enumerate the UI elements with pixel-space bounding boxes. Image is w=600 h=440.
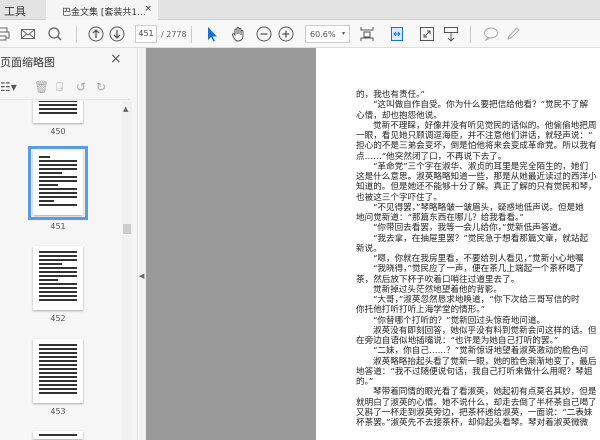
zoom-in-icon[interactable]	[278, 26, 294, 42]
next-page-icon[interactable]	[109, 26, 125, 42]
scroll-up-icon[interactable]: ▲	[123, 105, 128, 113]
text-line: 你托他打听打听上海学堂的情形。”	[356, 305, 486, 316]
text-line: 觉新掉过头茫然地望着他的背影。	[373, 284, 502, 295]
text-line: “嗯，你就在我房里看，不要给别人看见，”觉新小心地嘱	[373, 254, 584, 264]
full-screen-icon[interactable]	[419, 26, 435, 42]
text-line: 就明白了淑英的心情。她不说什么，却走去倒了半杯茶自己喝了	[356, 397, 597, 408]
thumbnail-label: 450	[50, 127, 66, 136]
text-line: “我去拿，在抽屉里罢？”觉民急于想看那篇文章，就站起	[373, 233, 589, 244]
tab-bar: 工具 巴金文集 [套装共1... ×	[0, 0, 600, 21]
close-panel-icon[interactable]: ×	[110, 51, 122, 67]
text-line: “你带回去看罢，我等一会儿给你，”觉新低声答道。	[373, 223, 567, 234]
thumbnail-label: 452	[50, 314, 66, 323]
chevron-down-icon: ▾	[341, 30, 345, 37]
thumbnail-page-452[interactable]	[33, 246, 83, 310]
thumbnail-label: 451	[50, 222, 66, 231]
collapse-arrow-icon: ◀	[139, 272, 145, 280]
text-line: 觉新不理睬，好像并没有听见觉民的话似的。他偷偷地把周	[373, 120, 597, 131]
zoom-level-select[interactable]: 60.6% ▾	[305, 25, 350, 43]
thumbnail-scrollbar[interactable]: ▲	[122, 101, 132, 440]
document-background	[146, 48, 316, 440]
insert-page-icon[interactable]: ⍈	[56, 80, 63, 95]
text-line: “大哥，”淑英忽然恳求地唤道，“你下次给三哥写信的时	[373, 295, 580, 305]
page-total: / 2778	[161, 30, 187, 39]
panel-title: 页面缩略图	[0, 56, 55, 69]
text-line: “我晓得，”觉民应了一声，便在茶几上端起一个茶杯喝了	[373, 264, 584, 275]
tab-document[interactable]: 巴金文集 [套装共1... ×	[46, 0, 158, 21]
text-line: 这是什么意思。淑英略略知道一些，那是从她最近读过的西洋小	[356, 172, 597, 182]
comment-icon[interactable]	[483, 26, 499, 42]
divider	[470, 26, 471, 43]
document-page: 的，我也有责任。” “这叫做自作自受。你为什么要把信给他看？”觉民不了解 心情，却也…	[316, 48, 600, 440]
text-line: “二妹，你自己……？”觉新惊讶地望着淑英激动的脸色问	[373, 346, 589, 357]
text-line: 茶，然后放下杯子吹着口哨往过道里去了。	[356, 274, 520, 285]
text-line: “这叫做自作自受。你为什么要把信给他看？”觉民不了解	[373, 100, 589, 111]
close-tab-icon[interactable]: ×	[144, 4, 152, 14]
page-thumbnails-panel: 页面缩略图 × ☷▾ 🗑 ⍈ ↺ ↻ 450 451 452 453 ▲	[0, 48, 138, 440]
print-icon[interactable]	[0, 26, 10, 42]
zoom-out-icon[interactable]	[256, 26, 272, 42]
text-line: 在旁边自语似地插嘴说：“也许是为她自己打听的罢。”	[356, 336, 559, 346]
thumbnail-tools: ☷▾ 🗑 ⍈ ↺ ↻	[0, 78, 130, 100]
thumbnail-list: 450 451 452 453	[0, 101, 122, 440]
rotate-right-icon[interactable]: ↻	[96, 80, 106, 94]
text-line: 地答道：“我不过随便说句话，我自己打听来做什么用呢？琴姐	[356, 366, 593, 377]
text-line: “你替哪个打听的？”觉新回过头惊奇地问道。	[373, 315, 546, 326]
search-icon[interactable]	[47, 26, 63, 42]
tab-document-label: 巴金文集 [套装共1...	[62, 8, 146, 18]
divider	[191, 26, 192, 43]
scroll-mode-icon[interactable]	[443, 26, 459, 42]
scrollbar-thumb[interactable]	[123, 224, 131, 234]
hand-tool-icon[interactable]	[230, 26, 246, 42]
text-line: 地问觉新道：“那篇东西在哪儿？给我看看。”	[356, 213, 524, 223]
collapse-panel-handle[interactable]: ◀	[139, 48, 146, 440]
text-line: 琴带着同情的眼光看了看淑英，她起初有点莫名其妙，但是	[373, 387, 597, 398]
text-line: 的。”	[356, 377, 374, 387]
toolbar: 451 / 2778 60.6% ▾	[0, 20, 600, 48]
previous-page-icon[interactable]	[88, 26, 104, 42]
thumbnail-page-451[interactable]	[28, 146, 88, 220]
text-line: 也被这三个字吓住了。	[356, 192, 442, 203]
zoom-level-value: 60.6%	[310, 30, 336, 39]
text-line: “不见得罢，”琴略略皱一皱眉头，疑惑地低声说。但是她	[373, 202, 584, 213]
text-line: 淑英没有即刻回答，她似乎没有料到觉新会问这样的话。但	[373, 325, 597, 336]
text-line: 点……”他突然闭了口，不再说下去了。	[356, 151, 507, 162]
thumbnail-page-450[interactable]	[33, 101, 83, 123]
divider	[76, 26, 77, 43]
text-line: 知道的。但是她还不能够十分了解。真正了解的只有觉民和琴，	[356, 182, 597, 193]
thumbnail-label: 453	[50, 407, 66, 416]
thumbnail-page-454[interactable]	[33, 431, 83, 439]
page-text: 的，我也有责任。” “这叫做自作自受。你为什么要把信给他看？”觉民不了解 心情，却也…	[356, 90, 597, 428]
text-line: “革命党”三个字在淑华、淑贞的耳里是完全陌生的，她们	[373, 161, 589, 172]
pen-icon[interactable]	[505, 26, 521, 42]
text-line: 淑英略略抬起头看了觉新一眼，她的脸色渐渐地变了，最后	[373, 356, 597, 367]
text-line: 担心的不是三弟会变坏，倒是怕他将来会变成革命党。所以我有	[356, 141, 597, 152]
select-cursor-icon[interactable]	[204, 26, 220, 42]
text-line: 杯茶罢。”淑英先不去接茶杯，却仰起头看琴。琴对着淑英微微	[356, 418, 589, 428]
text-line: 心情，却也抱怨他说。	[356, 110, 442, 121]
rotate-left-icon[interactable]: ↺	[76, 80, 86, 94]
fit-page-icon[interactable]	[359, 26, 375, 42]
text-line: 一眼，看见她只顾调逗海臣，并不注意他们讲话，就轻声说：“	[356, 131, 593, 141]
text-line: 又斟了一杯走到淑英旁边，把茶杯递给淑英，一面说：“二表妹	[356, 407, 593, 418]
delete-icon[interactable]: 🗑	[34, 80, 49, 94]
fit-width-icon[interactable]	[389, 26, 405, 42]
mail-icon[interactable]	[20, 26, 36, 42]
tab-tools[interactable]: 工具	[4, 3, 26, 19]
thumbnail-page-453[interactable]	[33, 339, 83, 403]
page-number-input[interactable]: 451	[135, 25, 157, 43]
text-line: 的，我也有责任。”	[356, 90, 425, 100]
text-line: 新说。	[356, 243, 382, 254]
thumbnail-options-icon[interactable]: ☷▾	[0, 80, 17, 94]
